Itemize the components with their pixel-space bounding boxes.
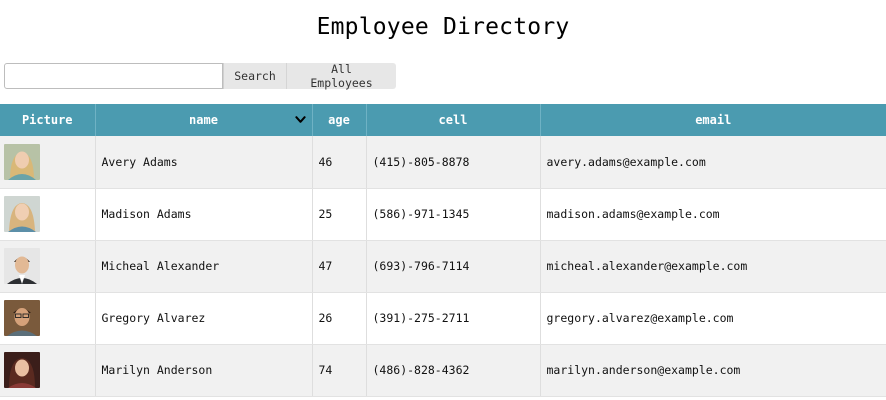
age-cell: 47 xyxy=(312,240,367,293)
search-input[interactable] xyxy=(4,63,223,89)
email-cell: marilyn.anderson@example.com xyxy=(540,344,886,397)
table-body: Avery Adams 46 (415)-805-8878 avery.adam… xyxy=(0,136,886,397)
avatar xyxy=(4,300,40,336)
picture-cell xyxy=(0,136,96,189)
table-row: Marilyn Anderson 74 (486)-828-4362 maril… xyxy=(0,344,886,397)
column-header-cell[interactable]: cell xyxy=(366,104,541,136)
email-cell: gregory.alvarez@example.com xyxy=(540,292,886,345)
search-button[interactable]: Search xyxy=(223,63,286,89)
column-header-name[interactable]: name xyxy=(95,104,313,136)
column-header-name-label: name xyxy=(189,113,218,127)
cell-phone-cell: (693)-796-7114 xyxy=(366,240,541,293)
email-cell: avery.adams@example.com xyxy=(540,136,886,189)
cell-phone-cell: (586)-971-1345 xyxy=(366,188,541,241)
age-cell: 26 xyxy=(312,292,367,345)
name-cell: Avery Adams xyxy=(95,136,313,189)
picture-cell xyxy=(0,292,96,345)
table-header-row: Picture name age cell email xyxy=(0,104,886,136)
name-cell: Micheal Alexander xyxy=(95,240,313,293)
table-header: Picture name age cell email xyxy=(0,104,886,136)
column-header-email[interactable]: email xyxy=(540,104,886,136)
email-cell: madison.adams@example.com xyxy=(540,188,886,241)
age-cell: 46 xyxy=(312,136,367,189)
table-row: Avery Adams 46 (415)-805-8878 avery.adam… xyxy=(0,136,886,189)
avatar xyxy=(4,143,40,180)
table-row: Micheal Alexander 47 (693)-796-7114 mich… xyxy=(0,240,886,293)
table-row: Gregory Alvarez 26 (391)-275-2711 gregor… xyxy=(0,292,886,345)
name-cell: Marilyn Anderson xyxy=(95,344,313,397)
chevron-down-icon[interactable] xyxy=(294,114,306,125)
column-header-age[interactable]: age xyxy=(312,104,367,136)
email-cell: micheal.alexander@example.com xyxy=(540,240,886,293)
name-cell: Madison Adams xyxy=(95,188,313,241)
cell-phone-cell: (391)-275-2711 xyxy=(366,292,541,345)
avatar xyxy=(4,248,40,284)
column-header-picture[interactable]: Picture xyxy=(0,104,96,136)
picture-cell xyxy=(0,188,96,241)
age-cell: 74 xyxy=(312,344,367,397)
age-cell: 25 xyxy=(312,188,367,241)
page: Employee Directory Search All Employees … xyxy=(0,0,886,400)
cell-phone-cell: (486)-828-4362 xyxy=(366,344,541,397)
all-employees-button[interactable]: All Employees xyxy=(286,62,396,90)
page-title: Employee Directory xyxy=(316,14,570,40)
name-cell: Gregory Alvarez xyxy=(95,292,313,345)
employee-table: Picture name age cell email Avery Adams … xyxy=(0,104,886,397)
picture-cell xyxy=(0,240,96,293)
avatar xyxy=(4,352,40,388)
search-bar: Search All Employees xyxy=(4,62,396,90)
table-row: Madison Adams 25 (586)-971-1345 madison.… xyxy=(0,188,886,241)
cell-phone-cell: (415)-805-8878 xyxy=(366,136,541,189)
avatar xyxy=(4,196,40,232)
picture-cell xyxy=(0,344,96,397)
